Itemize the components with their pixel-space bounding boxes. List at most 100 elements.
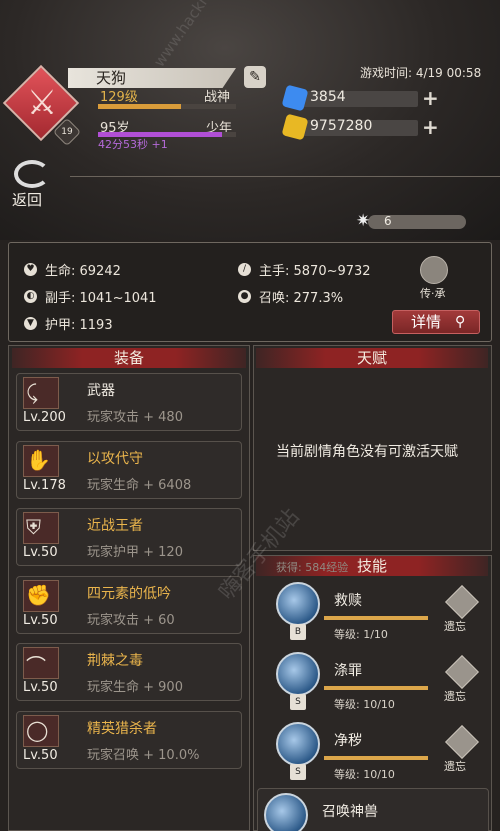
energy-value: 6 <box>384 214 392 228</box>
equipment-stat: 玩家生命 + 6408 <box>87 477 192 493</box>
stat-life: ♥ 生命: 69242 <box>24 260 121 279</box>
equipment-name: 荆棘之毒 <box>87 653 143 669</box>
skill-level: 等级: 10/10 <box>334 698 395 711</box>
add-gold-gem-button[interactable]: + <box>422 116 439 138</box>
armor-icon: ⛨ <box>26 515 41 539</box>
shield-icon: ◐ <box>24 290 37 303</box>
spark-icon: ✷ <box>356 211 371 231</box>
skill-level-bar <box>324 616 428 620</box>
skill-name: 召唤神兽 <box>322 804 378 820</box>
skill-item[interactable]: 涤罪 S 等级: 10/10 遗忘 <box>270 648 486 716</box>
equipment-stat: 玩家护甲 + 120 <box>87 545 183 560</box>
energy-track <box>368 215 466 229</box>
forget-label[interactable]: 遗忘 <box>444 688 466 704</box>
equipment-item[interactable]: ✊ Lv.50 四元素的低吟 玩家攻击 + 60 <box>16 575 242 634</box>
forget-label[interactable]: 遗忘 <box>444 758 466 774</box>
ring-icon: ◯ <box>26 717 49 742</box>
beast-icon: ● <box>238 290 251 303</box>
heart-icon: ♥ <box>24 263 37 276</box>
game-time: 游戏时间: 4/19 00:58 <box>360 66 482 80</box>
reward-text: 获得: 584经验 <box>276 561 349 574</box>
skill-icon <box>264 793 308 831</box>
forget-heart-icon[interactable] <box>445 655 479 689</box>
stat-summon: ● 召唤: 277.3% <box>238 287 343 306</box>
level-progress-bar <box>98 104 236 109</box>
equipment-item[interactable]: ✋ Lv.178 以攻代守玩家生命 + 6408 <box>16 440 242 499</box>
pencil-icon: ✎ <box>249 69 261 85</box>
equipment-name: 武器 <box>87 383 115 399</box>
skill-name: 救赎 <box>334 593 362 609</box>
equipment-item[interactable]: ⛨ Lv.50 近战王者玩家护甲 + 120 <box>16 508 242 566</box>
skill-level-bar <box>324 686 428 690</box>
inherit-icon[interactable] <box>420 256 448 284</box>
skill-name: 涤罪 <box>334 663 362 679</box>
armor-icon: ▼ <box>24 317 37 330</box>
equipment-level: Lv.200 <box>23 410 66 425</box>
stat-main-hand: / 主手: 5870~9732 <box>238 260 371 279</box>
forget-label[interactable]: 遗忘 <box>444 618 466 634</box>
name-plate <box>68 68 236 88</box>
skill-icon <box>276 652 320 696</box>
equipment-item[interactable]: ◯ Lv.50 精英猎杀者玩家召唤 + 10.0% <box>16 710 242 769</box>
skill-rank-tag: S <box>290 764 306 780</box>
skill-name: 净秽 <box>334 733 362 749</box>
skill-item[interactable]: 净秽 S 等级: 10/10 遗忘 <box>270 718 486 786</box>
header-divider <box>70 176 500 177</box>
equipment-name: 近战王者 <box>87 518 143 534</box>
equipment-stat: 玩家召唤 + 10.0% <box>87 747 200 763</box>
blue-gem-value: 3854 <box>310 89 346 105</box>
skill-rank-tag: B <box>290 624 306 640</box>
magnifier-icon: ⚲ <box>455 314 466 330</box>
equipment-level: Lv.50 <box>23 612 58 628</box>
equipment-item[interactable]: ⌒ Lv.50 荆棘之毒 玩家生命 + 900 <box>16 643 242 701</box>
equipment-item[interactable]: ⤹ Lv.200 武器玩家攻击 + 480 <box>16 373 242 431</box>
skill-level-bar <box>324 756 428 760</box>
skill-icon <box>276 722 320 766</box>
gold-gem-currency: 9757280 + <box>281 113 444 141</box>
gold-gem-icon <box>281 113 309 141</box>
blue-gem-icon <box>281 84 309 112</box>
talent-empty-text: 当前剧情角色没有可激活天赋 <box>276 444 458 460</box>
equipment-level: Lv.178 <box>23 477 66 493</box>
equipment-stat: 玩家攻击 + 60 <box>87 612 175 628</box>
stat-off-hand: ◐ 副手: 1041~1041 <box>24 287 157 306</box>
energy-indicator: ✷ 6 <box>356 211 466 231</box>
add-blue-gem-button[interactable]: + <box>422 87 439 109</box>
edit-name-button[interactable]: ✎ <box>244 66 266 88</box>
skill-icon <box>276 582 320 626</box>
inherit-label[interactable]: 传·承 <box>420 285 446 301</box>
skill-level: 等级: 1/10 <box>334 628 388 641</box>
player-name: 天狗 <box>96 69 127 87</box>
equipment-name: 以攻代守 <box>87 450 143 467</box>
timer-text: 42分53秒 +1 <box>98 138 168 151</box>
axes-icon: ⚔ <box>26 83 58 123</box>
gold-gem-value: 9757280 <box>310 118 373 134</box>
equipment-name: 四元素的低吟 <box>87 585 171 602</box>
back-arrow-icon[interactable] <box>14 160 50 188</box>
detail-button-label: 详情 <box>411 313 442 331</box>
forget-heart-icon[interactable] <box>445 725 479 759</box>
stat-armor: ▼ 护甲: 1193 <box>24 314 113 333</box>
blue-gem-currency: 3854 + <box>281 84 444 112</box>
talent-header: 天赋 <box>256 348 488 368</box>
level-text: 129级 <box>100 90 138 105</box>
glove-icon: ✋ <box>26 447 51 472</box>
equipment-level: Lv.50 <box>23 747 58 763</box>
bow-icon: ⤹ <box>26 380 38 404</box>
level-progress-fill <box>98 104 181 109</box>
skill-item[interactable]: 召唤神兽 <box>257 788 489 831</box>
equipment-stat: 玩家攻击 + 480 <box>87 410 183 425</box>
skill-rank-tag: S <box>290 694 306 710</box>
sword-icon: / <box>238 263 251 276</box>
boots-icon: ⌒ <box>26 654 46 678</box>
back-button-label[interactable]: 返回 <box>12 189 42 210</box>
equipment-level: Lv.50 <box>23 680 58 695</box>
skill-level: 等级: 10/10 <box>334 768 395 781</box>
equipment-header: 装备 <box>12 348 246 368</box>
detail-button[interactable]: 详情 ⚲ <box>392 310 480 334</box>
skill-item[interactable]: 救赎 B 等级: 1/10 遗忘 <box>270 578 486 646</box>
equipment-name: 精英猎杀者 <box>87 720 157 737</box>
forget-heart-icon[interactable] <box>445 585 479 619</box>
equipment-level: Lv.50 <box>23 545 58 560</box>
level-title: 战神 <box>204 90 231 105</box>
